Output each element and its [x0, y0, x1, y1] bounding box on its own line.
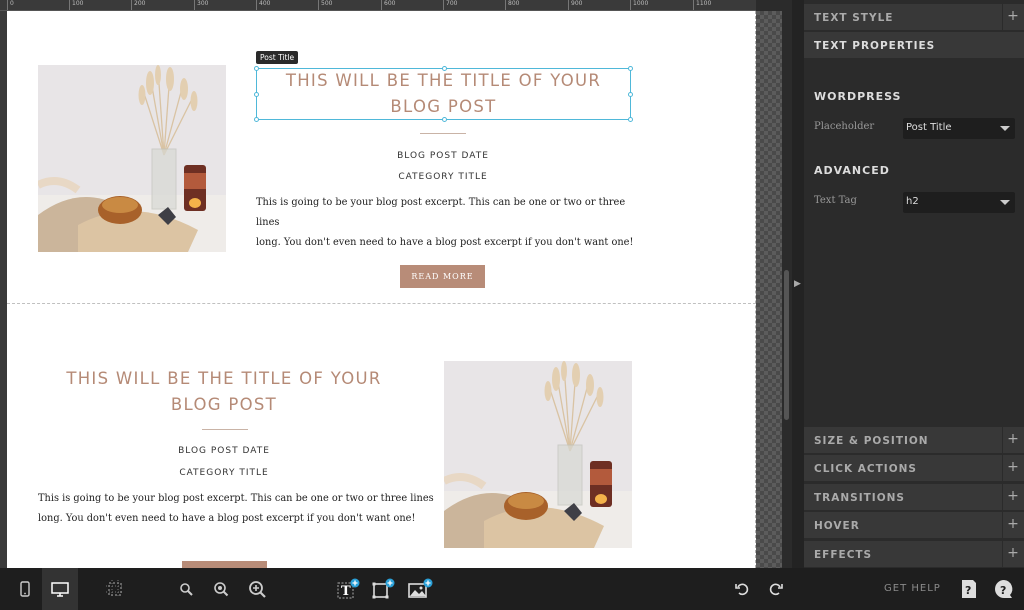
- excerpt-line: This is going to be your blog post excer…: [38, 493, 434, 504]
- canvas-gutter: [0, 11, 7, 568]
- post-title-line: BLOG POST: [170, 395, 278, 414]
- post-title-line: BLOG POST: [390, 97, 497, 116]
- post-date: BLOG POST DATE: [178, 446, 270, 456]
- section-divider: [7, 303, 756, 304]
- get-help-link[interactable]: GET HELP: [884, 583, 941, 594]
- expand-plus-icon[interactable]: +: [1002, 4, 1024, 30]
- zoom-out-icon[interactable]: [172, 568, 200, 610]
- section-hover[interactable]: HOVER +: [804, 512, 1024, 538]
- dropdown-caret-icon: [1000, 126, 1010, 131]
- svg-text:?: ?: [1000, 584, 1006, 597]
- ruler-mark: 200: [131, 0, 145, 10]
- post-category: CATEGORY TITLE: [179, 468, 269, 478]
- horizontal-ruler: 0 100 200 300 400 500 600 700 800 900 10…: [0, 0, 756, 11]
- section-transitions[interactable]: TRANSITIONS +: [804, 484, 1024, 510]
- ruler-mark: 400: [256, 0, 270, 10]
- selection-tooltip: Post Title: [256, 51, 299, 64]
- add-text-icon[interactable]: T: [333, 568, 363, 610]
- zoom-fit-icon[interactable]: [206, 568, 236, 610]
- section-size-position[interactable]: SIZE & POSITION +: [804, 427, 1024, 453]
- add-image-icon[interactable]: [404, 568, 436, 610]
- post-featured-image[interactable]: [38, 65, 226, 252]
- post-title-line: THIS WILL BE THE TITLE OF YOUR: [285, 71, 602, 90]
- canvas-scrollbar[interactable]: [782, 0, 792, 568]
- section-text-style[interactable]: TEXT STYLE +: [804, 4, 1024, 30]
- properties-panel: TEXT STYLE + TEXT PROPERTIES WORDPRESS P…: [804, 0, 1024, 568]
- expand-plus-icon[interactable]: +: [1002, 427, 1024, 453]
- undo-icon[interactable]: [728, 568, 756, 610]
- dropdown-caret-icon: [1000, 200, 1010, 205]
- excerpt-line: This is going to be your blog post excer…: [256, 197, 626, 228]
- ruler-mark: 100: [69, 0, 83, 10]
- desktop-view-icon[interactable]: [42, 568, 78, 610]
- ruler-mark: 800: [505, 0, 519, 10]
- chevron-right-icon[interactable]: ▶: [794, 279, 801, 289]
- page-canvas[interactable]: Post Title THIS WILL BE THE TITLE OF YOU…: [7, 11, 756, 568]
- mobile-view-icon[interactable]: [10, 568, 40, 610]
- post-excerpt: This is going to be your blog post excer…: [38, 489, 438, 529]
- scrollbar-thumb[interactable]: [784, 270, 789, 420]
- wordpress-heading: WORDPRESS: [814, 90, 902, 103]
- help-docs-icon[interactable]: ?: [955, 568, 983, 610]
- excerpt-line: long. You don't even need to have a blog…: [256, 237, 634, 248]
- svg-text:?: ?: [965, 584, 971, 597]
- ruler-mark: 1000: [630, 0, 648, 10]
- post-featured-image[interactable]: [444, 361, 632, 548]
- post-date: BLOG POST DATE: [397, 151, 489, 161]
- ruler-mark: 300: [194, 0, 208, 10]
- post-title[interactable]: THIS WILL BE THE TITLE OF YOUR BLOG POST: [38, 366, 410, 418]
- panel-collapse-strip[interactable]: ▶: [792, 0, 804, 568]
- title-divider: [420, 133, 466, 134]
- section-effects[interactable]: EFFECTS +: [804, 541, 1024, 567]
- canvas-overflow-area: [756, 11, 782, 568]
- grid-guides-icon[interactable]: [100, 568, 130, 610]
- section-click-actions[interactable]: CLICK ACTIONS +: [804, 455, 1024, 481]
- read-more-button[interactable]: READ MORE: [400, 265, 485, 288]
- bottom-toolbar: T GET HELP ? ?: [0, 568, 1024, 610]
- ruler-mark: 700: [443, 0, 457, 10]
- editor-app: 0 100 200 300 400 500 600 700 800 900 10…: [0, 0, 1024, 610]
- post-category: CATEGORY TITLE: [398, 172, 488, 182]
- text-tag-label: Text Tag: [814, 195, 857, 206]
- title-divider: [202, 429, 248, 430]
- post-title-line: THIS WILL BE THE TITLE OF YOUR: [66, 369, 382, 388]
- ruler-mark: 900: [568, 0, 582, 10]
- read-more-button[interactable]: [182, 561, 267, 568]
- ruler-mark: 500: [318, 0, 332, 10]
- expand-plus-icon[interactable]: +: [1002, 541, 1024, 567]
- excerpt-line: long. You don't even need to have a blog…: [38, 513, 416, 524]
- ruler-mark: 1100: [693, 0, 711, 10]
- post-title[interactable]: THIS WILL BE THE TITLE OF YOUR BLOG POST: [256, 68, 631, 120]
- zoom-in-icon[interactable]: [242, 568, 272, 610]
- section-text-properties[interactable]: TEXT PROPERTIES: [804, 32, 1024, 58]
- help-chat-icon[interactable]: ?: [990, 568, 1018, 610]
- post-excerpt: This is going to be your blog post excer…: [256, 193, 646, 253]
- ruler-mark: 600: [381, 0, 395, 10]
- text-tag-select[interactable]: h2: [903, 192, 1015, 213]
- add-shape-icon[interactable]: [368, 568, 398, 610]
- expand-plus-icon[interactable]: +: [1002, 484, 1024, 510]
- expand-plus-icon[interactable]: +: [1002, 455, 1024, 481]
- advanced-heading: ADVANCED: [814, 164, 890, 177]
- svg-text:T: T: [341, 584, 351, 599]
- expand-plus-icon[interactable]: +: [1002, 512, 1024, 538]
- redo-icon[interactable]: [762, 568, 790, 610]
- placeholder-select[interactable]: Post Title: [903, 118, 1015, 139]
- placeholder-label: Placeholder: [814, 121, 875, 132]
- ruler-mark: 0: [7, 0, 14, 10]
